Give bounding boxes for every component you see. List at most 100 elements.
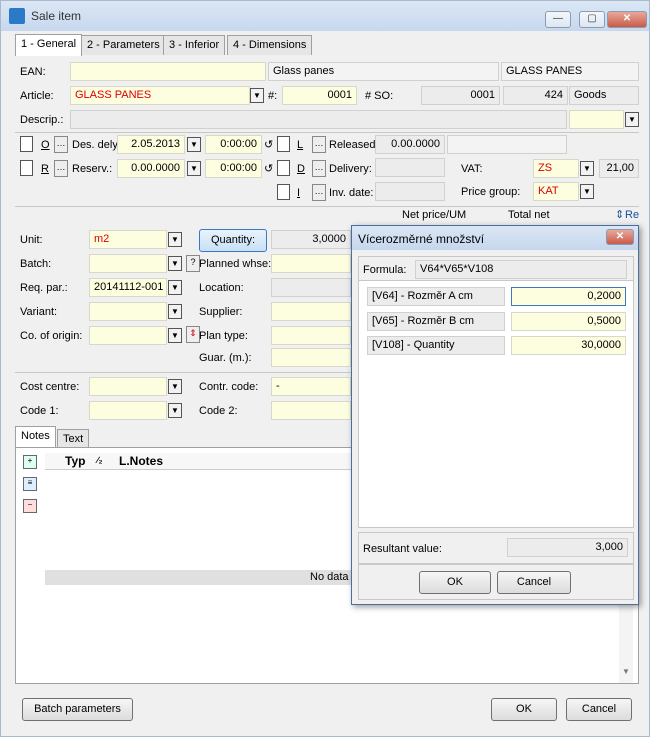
col-type-header[interactable]: Typ xyxy=(65,454,85,468)
sort-icon[interactable]: ∕₂ xyxy=(97,455,103,465)
var-label: [V108] - Quantity xyxy=(367,336,505,355)
description-dropdown[interactable]: ▼ xyxy=(625,112,639,127)
origin-field[interactable] xyxy=(89,326,167,345)
description-label: Descrip.: xyxy=(20,114,64,126)
batch-help-button[interactable]: ? xyxy=(186,255,200,272)
description-extra-field[interactable] xyxy=(569,110,624,129)
unit-field[interactable]: m2 xyxy=(89,230,167,249)
edit-note-icon[interactable]: ≡ xyxy=(23,477,37,491)
unit-label: Unit: xyxy=(20,234,43,246)
col-notes-header[interactable]: L.Notes xyxy=(119,454,163,468)
supplier-field[interactable] xyxy=(271,302,351,321)
price-group-dropdown[interactable]: ▼ xyxy=(580,184,594,199)
key-l: L xyxy=(297,139,304,151)
batch-dropdown[interactable]: ▼ xyxy=(168,256,182,271)
plan-type-field[interactable] xyxy=(271,326,351,345)
tab-inferior[interactable]: 3 - Inferior xyxy=(163,35,226,55)
tab-text[interactable]: Text xyxy=(57,429,90,447)
reserv-time-field[interactable]: 0:00:00 xyxy=(205,159,262,178)
planned-whse-field[interactable] xyxy=(271,254,351,273)
result-label: Resultant value: xyxy=(363,543,442,555)
planned-whse-label: Planned whse: xyxy=(199,258,272,270)
article-name-upper-field: GLASS PANES xyxy=(501,62,639,81)
des-dely-time-field[interactable]: 0:00:00 xyxy=(205,135,262,154)
select-r-button[interactable]: … xyxy=(54,160,68,177)
re-label: Re xyxy=(625,209,640,221)
select-o-button[interactable]: … xyxy=(54,136,68,153)
number-field[interactable]: 0001 xyxy=(282,86,357,105)
des-dely-date-field[interactable]: 2.05.2013 xyxy=(117,135,185,154)
ok-button[interactable]: OK xyxy=(491,698,557,721)
code1-field[interactable] xyxy=(89,401,167,420)
select-d-button[interactable]: … xyxy=(312,160,326,177)
origin-label: Co. of origin: xyxy=(20,330,83,342)
code1-dropdown[interactable]: ▼ xyxy=(168,403,182,418)
reserv-dropdown[interactable]: ▼ xyxy=(187,161,201,176)
checkbox-o[interactable] xyxy=(20,136,33,152)
add-note-icon[interactable]: + xyxy=(23,455,37,469)
origin-spin-icon[interactable]: ⇕ xyxy=(186,326,200,343)
code2-label: Code 2: xyxy=(199,405,238,417)
contr-code-label: Contr. code: xyxy=(199,381,259,393)
var-value-field[interactable]: 0,2000 xyxy=(511,287,626,306)
separator xyxy=(15,132,639,133)
variant-field[interactable] xyxy=(89,302,167,321)
var-value-field[interactable]: 30,0000 xyxy=(511,336,626,355)
code2-field[interactable] xyxy=(271,401,351,420)
batch-field[interactable] xyxy=(89,254,167,273)
checkbox-i[interactable] xyxy=(277,184,290,200)
key-o: O xyxy=(41,139,50,151)
reserv-label: Reserv.: xyxy=(72,163,113,175)
req-par-field[interactable]: 20141112-001 xyxy=(89,278,167,297)
ean-field[interactable] xyxy=(70,62,266,81)
maximize-button[interactable]: ▢ xyxy=(579,11,605,28)
checkbox-l[interactable] xyxy=(277,136,290,152)
req-par-dropdown[interactable]: ▼ xyxy=(168,280,182,295)
vat-dropdown[interactable]: ▼ xyxy=(580,161,594,176)
result-box: Resultant value: 3,000 xyxy=(358,532,634,564)
select-l-button[interactable]: … xyxy=(312,136,326,153)
price-group-label: Price group: xyxy=(461,186,521,198)
history-icon[interactable]: ↺ xyxy=(264,162,273,175)
released-extra-field xyxy=(447,135,567,154)
contr-code-field[interactable]: - xyxy=(271,377,351,396)
result-field: 3,000 xyxy=(507,538,628,557)
cancel-button[interactable]: Cancel xyxy=(566,698,632,721)
select-i-button[interactable]: … xyxy=(312,184,326,201)
checkbox-r[interactable] xyxy=(20,160,33,176)
cost-centre-dropdown[interactable]: ▼ xyxy=(168,379,182,394)
article-field[interactable]: GLASS PANES xyxy=(70,86,250,105)
minimize-button[interactable]: — xyxy=(545,11,571,28)
guar-field[interactable] xyxy=(271,348,351,367)
des-dely-dropdown[interactable]: ▼ xyxy=(187,137,201,152)
var-label: [V65] - Rozměr B cm xyxy=(367,312,505,331)
close-button[interactable]: ✕ xyxy=(607,11,647,28)
batch-parameters-button[interactable]: Batch parameters xyxy=(22,698,133,721)
quantity-button[interactable]: Quantity: xyxy=(199,229,267,252)
dialog-close-button[interactable]: ✕ xyxy=(606,229,634,245)
tab-general[interactable]: 1 - General xyxy=(15,34,83,56)
origin-dropdown[interactable]: ▼ xyxy=(168,328,182,343)
dialog-cancel-button[interactable]: Cancel xyxy=(497,571,571,594)
description-field[interactable] xyxy=(70,110,567,129)
tab-parameters[interactable]: 2 - Parameters xyxy=(81,35,166,55)
ean-label: EAN: xyxy=(20,66,46,78)
var-value-field[interactable]: 0,5000 xyxy=(511,312,626,331)
unit-dropdown[interactable]: ▼ xyxy=(168,232,182,247)
location-label: Location: xyxy=(199,282,244,294)
key-r: R xyxy=(41,163,49,175)
checkbox-d[interactable] xyxy=(277,160,290,176)
article-dropdown[interactable]: ▼ xyxy=(250,88,264,103)
tab-dimensions[interactable]: 4 - Dimensions xyxy=(227,35,313,55)
reserv-date-field[interactable]: 0.00.0000 xyxy=(117,159,185,178)
delete-note-icon[interactable]: − xyxy=(23,499,37,513)
variant-dropdown[interactable]: ▼ xyxy=(168,304,182,319)
sort-arrows-icon[interactable]: ⇕ xyxy=(615,208,624,221)
vat-field[interactable]: ZS xyxy=(533,159,579,178)
cost-centre-field[interactable] xyxy=(89,377,167,396)
notes-scrollbar[interactable]: ▼ xyxy=(619,605,633,683)
price-group-field[interactable]: KAT xyxy=(533,182,579,201)
tab-notes[interactable]: Notes xyxy=(15,426,56,447)
history-icon[interactable]: ↺ xyxy=(264,138,273,151)
dialog-ok-button[interactable]: OK xyxy=(419,571,491,594)
